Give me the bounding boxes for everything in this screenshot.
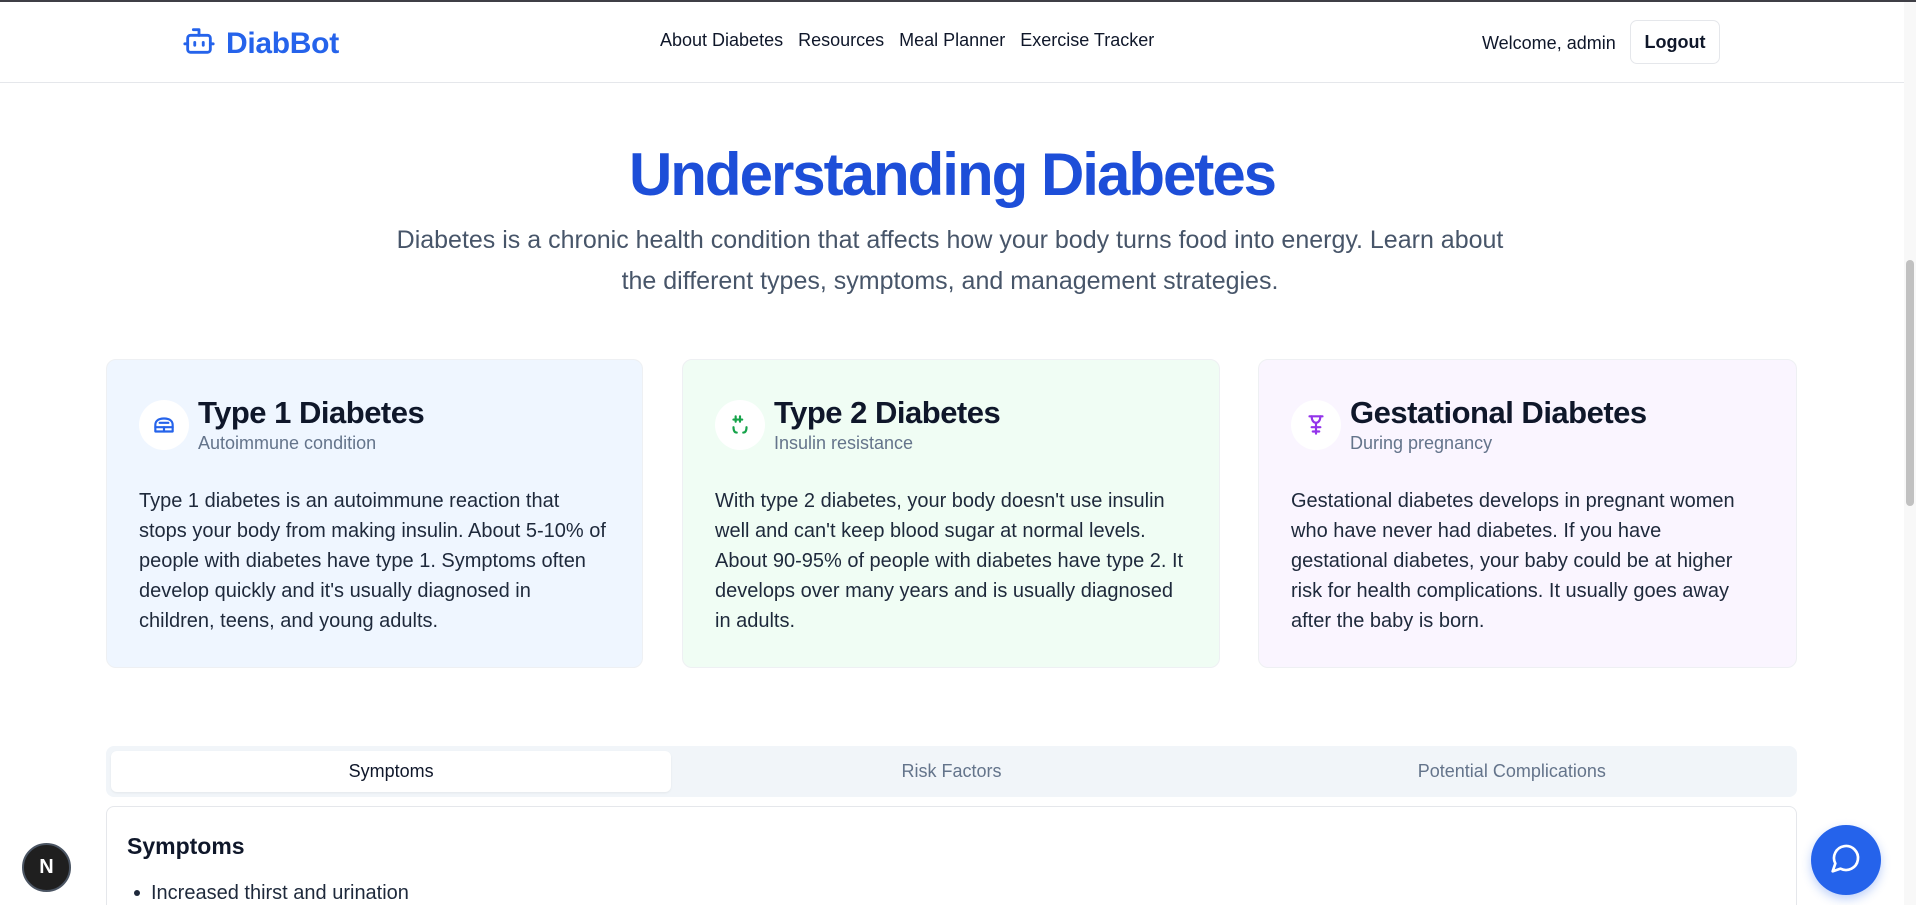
bot-icon	[182, 24, 216, 63]
card-description: Type 1 diabetes is an autoimmune reactio…	[139, 490, 606, 632]
scrollbar-thumb[interactable]	[1906, 260, 1914, 506]
bullet-icon	[134, 890, 140, 896]
card-subtitle: Insulin resistance	[774, 433, 914, 453]
card-subtitle: During pregnancy	[1350, 433, 1493, 453]
tab-risk-factors[interactable]: Risk Factors	[671, 751, 1231, 792]
page-scrollbar[interactable]	[1904, 2, 1916, 905]
chat-bubble-icon	[1830, 842, 1862, 879]
list-item-text: Increased thirst and urination	[151, 882, 409, 904]
page-subtitle: Diabetes is a chronic health condition t…	[396, 226, 1504, 295]
syringe-icon	[139, 400, 189, 450]
welcome-text: Welcome, admin	[1482, 33, 1616, 53]
page-title: Understanding Diabetes	[628, 141, 1277, 208]
card-type-2-diabetes: Type 2 Diabetes Insulin resistance With …	[682, 359, 1220, 668]
symptoms-list: Increased thirst and urination	[127, 878, 409, 905]
card-description: Gestational diabetes develops in pregnan…	[1291, 490, 1735, 632]
logout-button[interactable]: Logout	[1630, 20, 1720, 64]
tab-potential-complications[interactable]: Potential Complications	[1232, 751, 1792, 792]
main-nav: About Diabetes Resources Meal Planner Ex…	[660, 30, 1154, 51]
nav-exercise-tracker[interactable]: Exercise Tracker	[1020, 30, 1154, 51]
panel-title: Symptoms	[127, 833, 245, 859]
baby-icon	[1291, 400, 1341, 450]
logo-link[interactable]: DiabBot	[182, 24, 339, 63]
card-subtitle: Autoimmune condition	[198, 433, 377, 453]
card-title: Type 1 Diabetes	[198, 395, 425, 430]
card-description: With type 2 diabetes, your body doesn't …	[715, 490, 1184, 632]
card-type-1-diabetes: Type 1 Diabetes Autoimmune condition Typ…	[106, 359, 643, 668]
tab-panel-symptoms: Symptoms Increased thirst and urination	[106, 806, 1797, 905]
logo-text: DiabBot	[226, 26, 339, 60]
tab-symptoms[interactable]: Symptoms	[111, 751, 672, 792]
nav-resources[interactable]: Resources	[798, 30, 884, 51]
card-title: Type 2 Diabetes	[774, 395, 1001, 430]
list-item: Increased thirst and urination	[127, 878, 409, 905]
card-title: Gestational Diabetes	[1350, 395, 1647, 430]
site-header: DiabBot About Diabetes Resources Meal Pl…	[0, 2, 1904, 83]
nav-about-diabetes[interactable]: About Diabetes	[660, 30, 783, 51]
activity-icon	[715, 400, 765, 450]
info-tabs: Symptoms Risk Factors Potential Complica…	[106, 746, 1797, 797]
nav-meal-planner[interactable]: Meal Planner	[899, 30, 1005, 51]
badge-letter: N	[39, 856, 54, 878]
dev-tools-badge[interactable]: N	[22, 843, 71, 892]
chat-button[interactable]	[1811, 825, 1881, 895]
card-gestational-diabetes: Gestational Diabetes During pregnancy Ge…	[1258, 359, 1797, 668]
